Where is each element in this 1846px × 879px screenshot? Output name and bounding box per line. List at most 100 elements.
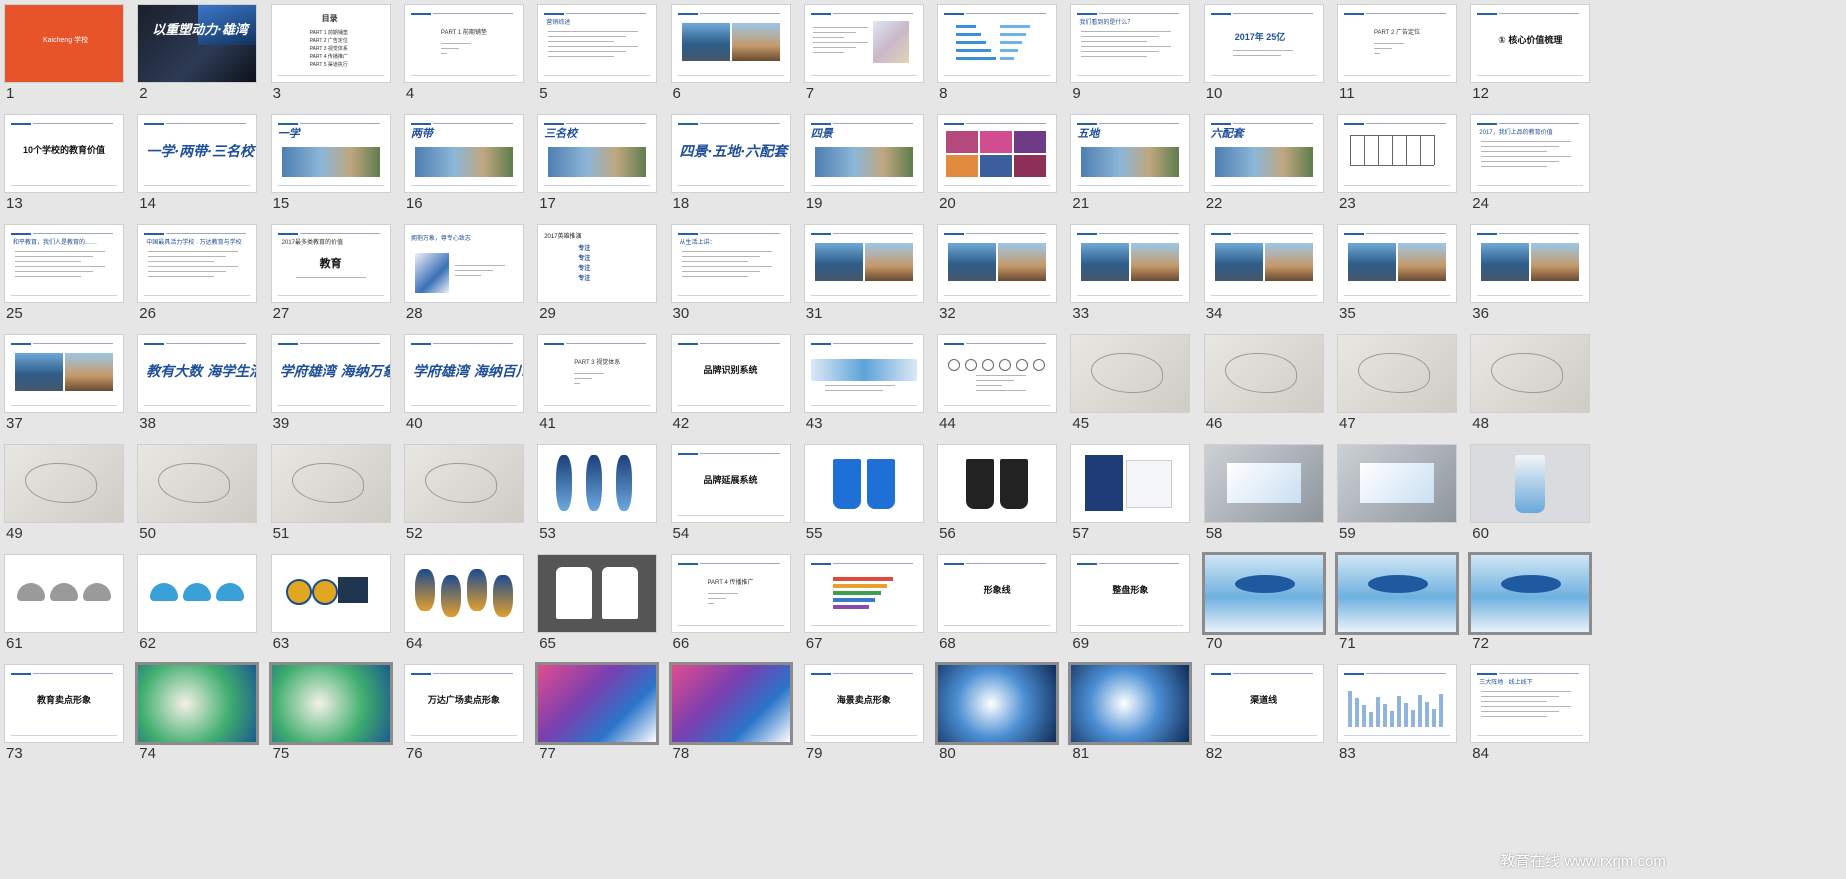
slide-thumbnail-39[interactable]: 学府雄湾 海纳万象 39 [268, 330, 390, 434]
slide-thumbnail-47[interactable]: 47 [1334, 330, 1456, 434]
slide-thumbnail-58[interactable]: 58 [1201, 440, 1323, 544]
slide-thumbnail-54[interactable]: 品牌延展系统 54 [668, 440, 790, 544]
slide-thumbnail-81[interactable]: 81 [1067, 660, 1190, 764]
slide-thumbnail-29[interactable]: 2017英雄推演 专注 专注 专注 专注 29 [534, 220, 657, 324]
slide-thumbnail-15[interactable]: 一学 15 [268, 110, 390, 214]
slide-thumbnail-56[interactable]: 56 [934, 440, 1057, 544]
slide-thumbnail-59[interactable]: 59 [1334, 440, 1456, 544]
slide-thumbnail-42[interactable]: 品牌识别系统 42 [668, 330, 790, 434]
slide-thumbnail-65[interactable]: 65 [534, 550, 657, 654]
slide-thumbnail-75[interactable]: 75 [268, 660, 390, 764]
slide-thumbnail-13[interactable]: 10个学校的教育价值 13 [1, 110, 123, 214]
slide-thumbnail-62[interactable]: 62 [134, 550, 257, 654]
slide-thumbnail-18[interactable]: 四景·五地·六配套 18 [668, 110, 790, 214]
slide-thumbnail-38[interactable]: 教有大数 海学生活区 38 [134, 330, 257, 434]
slide-thumbnail-2[interactable]: 以重塑动力·雄湾 2 [134, 0, 257, 104]
slide-thumbnail-82[interactable]: 渠道线 82 [1201, 660, 1323, 764]
slide-thumbnail-31[interactable]: 31 [801, 220, 923, 324]
slide-thumbnail-12[interactable]: ① 核心价值梳理 12 [1467, 0, 1590, 104]
slide-thumbnail-52[interactable]: 52 [401, 440, 523, 544]
slide-thumbnail-19[interactable]: 四景 19 [801, 110, 923, 214]
slide-thumbnail-79[interactable]: 海景卖点形象 79 [801, 660, 923, 764]
slide-thumbnail-25[interactable]: 和平教育，我们人是教育的…… 25 [1, 220, 123, 324]
slide-thumbnail-67[interactable]: 67 [801, 550, 923, 654]
slide-thumbnail-60[interactable]: 60 [1467, 440, 1590, 544]
thumb-text-line [976, 390, 1027, 391]
thumb-header-accent [1344, 673, 1364, 675]
slide-thumbnail-64[interactable]: 64 [401, 550, 523, 654]
slide-thumbnail-66[interactable]: PART 4 传播推广 66 [668, 550, 790, 654]
slide-thumbnail-23[interactable]: 23 [1334, 110, 1456, 214]
slide-thumbnail-83[interactable]: 83 [1334, 660, 1456, 764]
slide-thumbnail-63[interactable]: 63 [268, 550, 390, 654]
slide-thumbnail-70[interactable]: 70 [1201, 550, 1323, 654]
thumb-header-accent [944, 13, 965, 15]
slide-thumbnail-69[interactable]: 整盘形象 69 [1067, 550, 1190, 654]
thumb-header-accent [277, 343, 298, 345]
thumb-photo [548, 147, 647, 177]
slide-thumbnail-36[interactable]: 36 [1467, 220, 1590, 324]
thumb-footer-line [144, 295, 251, 296]
slide-thumbnail-6[interactable]: 6 [668, 0, 790, 104]
slide-thumbnail-4[interactable]: PART 1 前期铺垫 4 [401, 0, 523, 104]
thumb-header-line [1499, 673, 1580, 674]
slide-thumbnail-57[interactable]: 57 [1067, 440, 1190, 544]
slide-thumbnail-28[interactable]: 拥抱万象，尊专心致志 28 [401, 220, 523, 324]
slide-thumbnail-73[interactable]: 教育卖点形象 73 [1, 660, 123, 764]
slide-thumbnail-26[interactable]: 中国最具活力学校 · 万达教育与学校 26 [134, 220, 257, 324]
slide-thumbnail-16[interactable]: 两带 16 [401, 110, 523, 214]
slide-thumbnail-8[interactable]: 8 [934, 0, 1057, 104]
slide-thumbnail-68[interactable]: 形象线 68 [934, 550, 1057, 654]
slide-thumbnail-71[interactable]: 71 [1334, 550, 1456, 654]
slide-thumbnail-51[interactable]: 51 [268, 440, 390, 544]
slide-number: 81 [1072, 745, 1090, 762]
slide-thumbnail-43[interactable]: 43 [801, 330, 923, 434]
slide-thumbnail-1[interactable]: Kaicheng 学校 1 [1, 0, 123, 104]
slide-thumbnail-32[interactable]: 32 [934, 220, 1057, 324]
slide-number: 22 [1205, 195, 1223, 212]
slide-thumbnail-10[interactable]: 2017年 25亿 10 [1201, 0, 1323, 104]
slide-thumbnail-76[interactable]: 万达广场卖点形象 76 [401, 660, 523, 764]
slide-thumbnail-40[interactable]: 学府雄湾 海纳百川 40 [401, 330, 523, 434]
slide-thumbnail-21[interactable]: 五地 21 [1067, 110, 1190, 214]
slide-thumbnail-9[interactable]: 我们看到的是什么？ 9 [1067, 0, 1190, 104]
slide-thumbnail-3[interactable]: 目录 PART 1 前期铺垫 PART 2 广告定位 PART 3 视觉体系 PART … [268, 0, 390, 104]
thumb-text-line [707, 598, 726, 599]
slide-thumbnail-45[interactable]: 45 [1067, 330, 1190, 434]
chart-bar [832, 584, 887, 588]
slide-thumbnail-30[interactable]: 从生活上讲： 30 [668, 220, 790, 324]
thumb-title: 2017英雄推演 [544, 234, 582, 240]
slide-preview [1471, 335, 1590, 412]
slide-thumbnail-33[interactable]: 33 [1067, 220, 1190, 324]
slide-thumbnail-34[interactable]: 34 [1201, 220, 1323, 324]
slide-thumbnail-44[interactable]: 44 [934, 330, 1057, 434]
slide-thumbnail-84[interactable]: 三大阵地 · 线上线下 84 [1467, 660, 1590, 764]
slide-thumbnail-7[interactable]: 7 [801, 0, 923, 104]
slide-thumbnail-46[interactable]: 46 [1201, 330, 1323, 434]
slide-thumbnail-53[interactable]: 53 [534, 440, 657, 544]
slide-thumbnail-17[interactable]: 三名校 17 [534, 110, 657, 214]
thumb-title: 形象线 [983, 585, 1011, 595]
slide-thumbnail-14[interactable]: 一学·两带·三名校 14 [134, 110, 257, 214]
slide-thumbnail-49[interactable]: 49 [1, 440, 123, 544]
slide-thumbnail-35[interactable]: 35 [1334, 220, 1456, 324]
slide-thumbnail-41[interactable]: PART 3 视觉体系 41 [534, 330, 657, 434]
slide-thumbnail-50[interactable]: 50 [134, 440, 257, 544]
slide-thumbnail-20[interactable]: 20 [934, 110, 1057, 214]
slide-thumbnail-77[interactable]: 77 [534, 660, 657, 764]
slide-thumbnail-72[interactable]: 72 [1467, 550, 1590, 654]
slide-thumbnail-78[interactable]: 78 [668, 660, 790, 764]
slide-thumbnail-5[interactable]: 营销综述 5 [534, 0, 657, 104]
slide-thumbnail-74[interactable]: 74 [134, 660, 257, 764]
slide-thumbnail-22[interactable]: 六配套 22 [1201, 110, 1323, 214]
slide-thumbnail-55[interactable]: 55 [801, 440, 923, 544]
slide-thumbnail-48[interactable]: 48 [1467, 330, 1590, 434]
slide-thumbnail-24[interactable]: 2017，我们上品的教育价值 24 [1467, 110, 1590, 214]
slide-thumbnail-37[interactable]: 37 [1, 330, 123, 434]
slide-thumbnail-61[interactable]: 61 [1, 550, 123, 654]
slide-thumbnail-11[interactable]: PART 2 广告定位 11 [1334, 0, 1456, 104]
slide-thumbnail-27[interactable]: 2017最多类教育的价值 教育 27 [268, 220, 390, 324]
thumb-header-line [299, 233, 380, 234]
slide-thumbnail-80[interactable]: 80 [934, 660, 1057, 764]
thumb-header-line [299, 343, 380, 344]
